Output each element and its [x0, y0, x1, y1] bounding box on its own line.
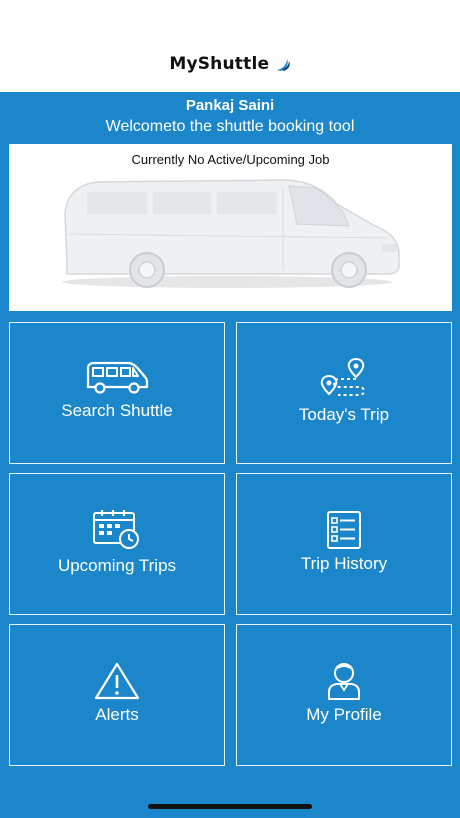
- trip-history-label: Trip History: [300, 554, 388, 573]
- van-illustration: [62, 179, 400, 288]
- search-shuttle-tile[interactable]: Search Shuttle: [9, 322, 225, 464]
- todays-trip-tile[interactable]: Today's Trip: [236, 322, 452, 464]
- user-profile-icon: [328, 663, 360, 700]
- calendar-clock-icon: [93, 510, 139, 549]
- alerts-label: Alerts: [95, 705, 139, 724]
- upcoming-trips-tile[interactable]: Upcoming Trips: [9, 473, 225, 615]
- upcoming-trips-label: Upcoming Trips: [57, 556, 177, 575]
- checklist-icon: [327, 511, 361, 549]
- app-header: MyShuttle: [0, 0, 460, 92]
- todays-trip-label: Today's Trip: [298, 405, 390, 424]
- my-profile-label: My Profile: [306, 705, 382, 724]
- brand-name: MyShuttle: [169, 54, 270, 74]
- welcome-message: Welcometo the shuttle booking tool: [105, 118, 355, 135]
- search-shuttle-label: Search Shuttle: [61, 401, 173, 420]
- alerts-tile[interactable]: Alerts: [9, 624, 225, 766]
- active-job-card: Currently No Active/Upcoming Job: [9, 144, 452, 311]
- brand-logo: MyShuttle: [0, 54, 460, 74]
- route-map-icon: [320, 357, 366, 396]
- user-name: Pankaj Saini: [185, 97, 275, 114]
- warning-icon: [94, 662, 140, 700]
- swoosh-icon: [276, 59, 290, 71]
- job-status-text: Currently No Active/Upcoming Job: [131, 152, 330, 167]
- my-profile-tile[interactable]: My Profile: [236, 624, 452, 766]
- trip-history-tile[interactable]: Trip History: [236, 473, 452, 615]
- home-indicator[interactable]: [148, 804, 312, 809]
- shuttle-van-icon: [86, 361, 149, 394]
